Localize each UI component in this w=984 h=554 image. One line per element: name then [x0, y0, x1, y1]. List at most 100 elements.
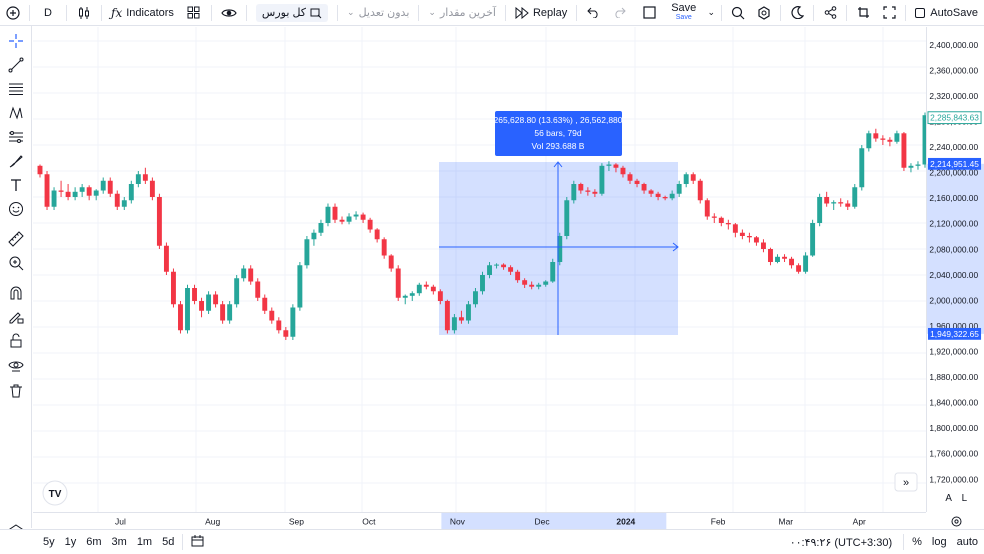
candle-body — [269, 310, 275, 321]
share-button[interactable] — [817, 0, 843, 26]
zoom-tool[interactable] — [6, 253, 26, 273]
hide-drawings-tool[interactable] — [6, 355, 26, 375]
chart-type-button[interactable] — [70, 0, 98, 26]
time-tick-label: Oct — [362, 516, 376, 526]
crosshair-tool[interactable] — [6, 31, 26, 51]
candle — [374, 228, 380, 243]
remove-drawings-tool[interactable] — [6, 381, 26, 401]
log-scale-button[interactable]: L — [962, 493, 968, 504]
ruler-icon — [8, 231, 24, 247]
time-axis[interactable]: Jul Aug Sep Oct Nov Dec 2024 Feb Mar Apr — [33, 512, 926, 529]
trend-line-tool[interactable] — [6, 55, 26, 75]
tradingview-logo[interactable]: TV — [42, 480, 68, 506]
visibility-button[interactable] — [215, 0, 243, 26]
time-tick-label: 2024 — [616, 516, 635, 526]
auto-scale-button[interactable]: A — [945, 493, 952, 504]
undo-icon — [587, 7, 598, 18]
divider — [905, 4, 907, 21]
save-dropdown-button[interactable]: ⌄ — [704, 0, 718, 26]
range-5d[interactable]: 5d — [157, 536, 179, 548]
candle — [866, 130, 872, 152]
quick-search-button[interactable] — [725, 0, 751, 26]
candle-body — [873, 133, 879, 139]
svg-text:TV: TV — [49, 489, 62, 500]
replay-icon — [515, 6, 529, 19]
fullscreen-button[interactable] — [876, 0, 902, 26]
indicators-button[interactable]: ƒx Indicators — [105, 0, 180, 26]
candle-body — [487, 265, 492, 275]
add-symbol-button[interactable] — [0, 0, 26, 26]
candle-body — [142, 174, 148, 181]
candle — [142, 167, 148, 184]
replay-button[interactable]: Replay — [509, 0, 573, 26]
candle-body — [803, 255, 809, 272]
auto-scale-toggle[interactable]: auto — [952, 536, 984, 548]
candle-body — [641, 184, 647, 191]
pattern-tool[interactable] — [6, 103, 26, 123]
fullscreen-chart-button[interactable] — [635, 0, 663, 26]
snapshot-button[interactable] — [850, 0, 876, 26]
candle — [388, 254, 394, 272]
candle-body — [634, 180, 640, 184]
autosave-toggle[interactable]: AutoSave — [909, 0, 984, 26]
redo-button[interactable] — [606, 0, 632, 26]
range-5y[interactable]: 5y — [38, 536, 60, 548]
clock-timezone[interactable]: ۰۰:۴۹:۲۶ (UTC+3:30) — [785, 536, 900, 549]
candle-body — [683, 174, 689, 184]
candle-body — [501, 264, 507, 268]
scroll-to-realtime-button[interactable]: » — [894, 472, 918, 492]
stay-drawing-tool[interactable] — [6, 307, 26, 327]
measure-line-3: Vol 293.688 B — [532, 141, 585, 151]
undo-button[interactable] — [580, 0, 606, 26]
ruler-tool[interactable] — [6, 229, 26, 249]
settings-button[interactable] — [751, 0, 777, 26]
chevron-down-icon: ⌄ — [347, 7, 355, 17]
measure-bottom-label: 1,949,322.65 — [927, 327, 982, 340]
price-tick-label: 2,080,000.00 — [929, 244, 978, 254]
candle-body — [297, 265, 303, 308]
candle-body — [494, 264, 500, 266]
price-chart[interactable]: 265,628.80 (13.63%) , 26,562,880 56 bars… — [33, 27, 926, 512]
range-6m[interactable]: 6m — [81, 536, 106, 548]
range-1m[interactable]: 1m — [132, 536, 157, 548]
candle-body — [135, 174, 141, 184]
emoji-tool[interactable] — [6, 199, 26, 219]
candle-body — [810, 223, 816, 256]
price-tick-label: 2,320,000.00 — [929, 91, 978, 101]
text-tool[interactable] — [6, 175, 26, 195]
range-1y[interactable]: 1y — [60, 536, 82, 548]
prediction-tool[interactable] — [6, 127, 26, 147]
last-value-dropdown[interactable]: ⌄ آخرین مقدار — [422, 0, 502, 26]
save-button[interactable]: Save Save — [663, 0, 704, 26]
smile-icon — [9, 202, 23, 216]
candle-body — [192, 288, 197, 301]
log-scale-toggle[interactable]: log — [927, 536, 952, 548]
gear-icon — [951, 516, 961, 526]
candle-body — [276, 320, 282, 331]
adjust-dropdown[interactable]: ⌄ بدون تعدیل — [341, 0, 415, 26]
candle — [480, 271, 485, 295]
magnet-tool[interactable] — [6, 283, 26, 303]
candle — [276, 317, 282, 334]
candle-body — [430, 286, 436, 292]
candle-body — [817, 197, 823, 223]
layouts-button[interactable] — [180, 0, 208, 26]
candle-body — [669, 193, 675, 199]
fib-tool[interactable] — [6, 79, 26, 99]
candle — [852, 184, 858, 209]
candle-body — [339, 219, 345, 222]
go-to-date-button[interactable] — [186, 534, 209, 550]
price-tick-label: 1,880,000.00 — [929, 372, 978, 382]
market-selector[interactable]: کل بورس — [250, 0, 334, 26]
theme-toggle[interactable] — [784, 0, 810, 26]
lock-drawings-tool[interactable] — [6, 331, 26, 351]
price-axis[interactable]: 2,400,000.00 2,360,000.00 2,320,000.00 2,28… — [926, 27, 984, 512]
candle-body — [437, 291, 443, 301]
candle — [430, 284, 436, 295]
range-3m[interactable]: 3m — [107, 536, 132, 548]
brush-tool[interactable] — [6, 151, 26, 171]
time-axis-settings-button[interactable] — [948, 514, 964, 528]
percent-scale-toggle[interactable]: % — [907, 536, 927, 548]
candle-body — [255, 281, 261, 298]
interval-button[interactable]: D — [33, 0, 63, 26]
